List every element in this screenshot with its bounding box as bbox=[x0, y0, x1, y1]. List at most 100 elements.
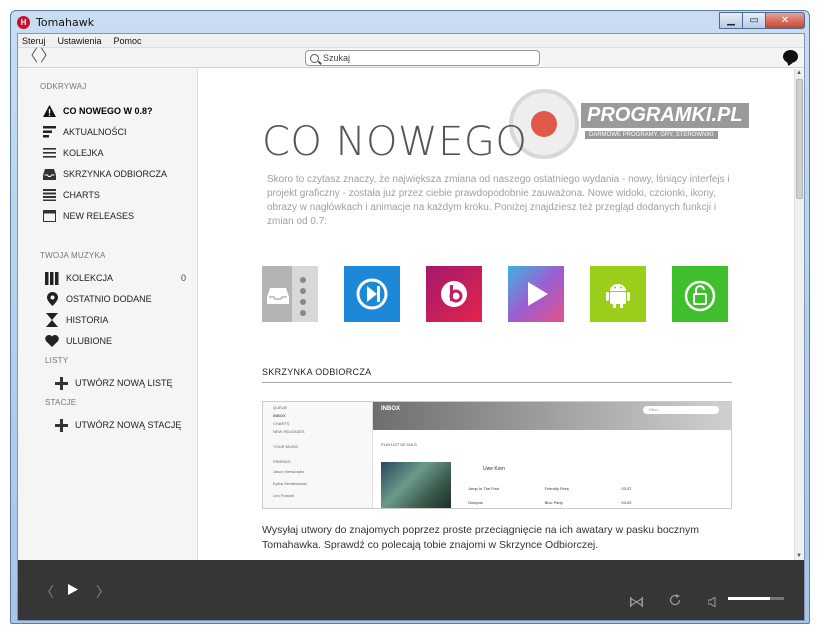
intro-text: Skoro to czytasz znaczy, że największa z… bbox=[267, 174, 730, 227]
play-icon[interactable] bbox=[68, 582, 78, 598]
feature-tile-beats[interactable] bbox=[426, 266, 482, 322]
create-playlist-button[interactable]: UTWÓRZ NOWĄ LISTĘ bbox=[54, 376, 204, 390]
sidebar-item-queue[interactable]: KOLEJKA bbox=[42, 146, 192, 160]
repeat-icon[interactable] bbox=[669, 593, 681, 609]
window-title: Tomahawk bbox=[36, 15, 95, 29]
sidebar-item-recently-added[interactable]: OSTATNIO DODANE bbox=[45, 292, 195, 306]
content-scrollbar[interactable]: ▲ ▼ bbox=[794, 69, 804, 560]
feature-tile-play-store[interactable] bbox=[508, 266, 564, 322]
sidebar-item-charts[interactable]: CHARTS bbox=[42, 188, 192, 202]
watermark-brand: PROGRAMKI.PL bbox=[581, 103, 749, 128]
volume-icon[interactable] bbox=[707, 594, 719, 610]
back-arrow-icon[interactable]: 〈 bbox=[22, 49, 38, 65]
sidebar-item-label: AKTUALNOŚCI bbox=[63, 127, 127, 137]
collection-count: 0 bbox=[180, 273, 186, 283]
preview-album-art bbox=[381, 462, 451, 508]
scroll-thumb[interactable] bbox=[796, 79, 803, 199]
title-bar[interactable]: H Tomahawk ▁ ▭ ✕ bbox=[11, 11, 809, 33]
preview-friend: Jason Herskowitz bbox=[273, 469, 305, 474]
feature-tile-android[interactable] bbox=[590, 266, 646, 322]
programki-watermark: PROGRAMKI.PL DARMOWE PROGRAMY, GRY, STER… bbox=[509, 89, 749, 159]
feature-tile-unlock[interactable] bbox=[672, 266, 728, 322]
menu-pomoc[interactable]: Pomoc bbox=[114, 36, 142, 46]
menu-steruj[interactable]: Steruj bbox=[22, 36, 46, 46]
player-bar: 〈 〉 bbox=[18, 560, 804, 620]
sidebar-section-lists: LISTY bbox=[45, 356, 69, 365]
create-station-label: UTWÓRZ NOWĄ STACJĘ bbox=[75, 420, 182, 430]
menu-bar: Steruj Ustawienia Pomoc bbox=[18, 34, 804, 48]
feature-tile-skip[interactable] bbox=[344, 266, 400, 322]
whats-new-page: PROGRAMKI.PL DARMOWE PROGRAMY, GRY, STER… bbox=[199, 69, 796, 560]
preview-filter: Filter... bbox=[643, 406, 719, 414]
chat-bubble-icon[interactable] bbox=[783, 50, 798, 63]
sidebar-item-label: KOLEKCJA bbox=[66, 273, 114, 283]
pin-icon bbox=[45, 292, 59, 306]
sidebar-section-stations: STACJE bbox=[45, 398, 77, 407]
section-divider bbox=[262, 382, 732, 383]
forward-arrow-icon[interactable]: 〉 bbox=[40, 49, 56, 65]
preview-playlist-label: PLAYLIST DETAILS bbox=[381, 442, 417, 447]
preview-artist: Friendly Fires bbox=[544, 486, 569, 491]
preview-sidebar: QUEUE INBOX CHARTS NEW RELEASES YOUR MUS… bbox=[263, 402, 373, 508]
create-station-button[interactable]: UTWÓRZ NOWĄ STACJĘ bbox=[54, 418, 204, 432]
inbox-tile-icon bbox=[262, 266, 318, 322]
close-button[interactable]: ✕ bbox=[765, 12, 805, 29]
scroll-down-icon[interactable]: ▼ bbox=[796, 553, 802, 559]
sidebar-item-news[interactable]: AKTUALNOŚCI bbox=[42, 125, 192, 139]
preview-sidebar-item: CHARTS bbox=[273, 421, 290, 426]
unlock-tile-icon bbox=[672, 266, 728, 322]
search-input[interactable]: Szukaj bbox=[323, 53, 350, 63]
maximize-button[interactable]: ▭ bbox=[742, 12, 766, 29]
preview-artist: Bloc Party bbox=[544, 500, 563, 505]
sidebar-section-your-music: TWOJA MUZYKA bbox=[40, 251, 106, 260]
sidebar-item-label: CO NOWEGO W 0.8? bbox=[63, 106, 153, 116]
preview-sidebar-item: YOUR MUSIC bbox=[273, 444, 299, 449]
preview-sidebar-item: INBOX bbox=[273, 413, 286, 418]
preview-friend: Kyiba Serafinowski bbox=[273, 481, 307, 486]
volume-slider[interactable] bbox=[728, 597, 784, 600]
app-client: Steruj Ustawienia Pomoc 〈 〉 Szukaj ODKRY… bbox=[17, 33, 805, 621]
next-track-icon[interactable]: 〉 bbox=[96, 582, 110, 602]
sidebar-item-label: OSTATNIO DODANE bbox=[66, 294, 152, 304]
sidebar-item-collection[interactable]: KOLEKCJA 0 bbox=[45, 271, 186, 285]
inbox-description: Wysyłaj utwory do znajomych poprzez pros… bbox=[262, 524, 700, 551]
preview-sidebar-item: QUEUE bbox=[273, 405, 288, 410]
sidebar-item-label: HISTORIA bbox=[66, 315, 109, 325]
previous-track-icon[interactable]: 〈 bbox=[40, 582, 54, 602]
sidebar-item-new-releases[interactable]: NEW RELEASES bbox=[42, 209, 192, 223]
heart-icon bbox=[45, 334, 59, 348]
sidebar-item-label: SKRZYNKA ODBIORCZA bbox=[63, 169, 168, 179]
scroll-up-icon[interactable]: ▲ bbox=[796, 70, 802, 76]
sidebar-item-favorites[interactable]: ULUBIONE bbox=[45, 334, 195, 348]
page-title: CO NOWEGO bbox=[262, 119, 528, 165]
search-box[interactable]: Szukaj bbox=[305, 50, 540, 66]
plus-icon bbox=[54, 376, 68, 390]
toolbar: 〈 〉 Szukaj bbox=[18, 48, 804, 68]
plus-icon bbox=[54, 418, 68, 432]
sidebar: ODKRYWAJ CO NOWEGO W 0.8? AKTUALNOŚCI KO… bbox=[18, 69, 198, 560]
minimize-button[interactable]: ▁ bbox=[719, 12, 743, 29]
sidebar-item-label: NEW RELEASES bbox=[63, 211, 135, 221]
sidebar-item-label: ULUBIONE bbox=[66, 336, 113, 346]
beats-tile-icon bbox=[426, 266, 482, 322]
sidebar-item-inbox[interactable]: SKRZYNKA ODBIORCZA bbox=[42, 167, 192, 181]
shuffle-icon[interactable] bbox=[629, 594, 644, 610]
preview-duration: 03:20 bbox=[621, 500, 632, 505]
feed-icon bbox=[42, 125, 56, 139]
create-playlist-label: UTWÓRZ NOWĄ LISTĘ bbox=[75, 378, 173, 388]
queue-icon bbox=[42, 146, 56, 160]
preview-duration: 03:37 bbox=[621, 486, 632, 491]
preview-track-row: Octopus Bloc Party 03:20 bbox=[468, 500, 698, 505]
inbox-preview-screenshot: QUEUE INBOX CHARTS NEW RELEASES YOUR MUS… bbox=[262, 401, 732, 509]
preview-sidebar-item: NEW RELEASES bbox=[273, 429, 305, 434]
preview-title: INBOX bbox=[381, 406, 401, 412]
sidebar-item-history[interactable]: HISTORIA bbox=[45, 313, 195, 327]
feature-tile-inbox[interactable] bbox=[262, 266, 318, 322]
menu-ustawienia[interactable]: Ustawienia bbox=[58, 36, 102, 46]
sidebar-item-whats-new[interactable]: CO NOWEGO W 0.8? bbox=[42, 104, 192, 118]
charts-icon bbox=[42, 188, 56, 202]
preview-track-row: Jump In The Pool Friendly Fires 03:37 bbox=[468, 486, 698, 491]
preview-sender: Uwe Korn bbox=[483, 466, 505, 472]
preview-track: Jump In The Pool bbox=[468, 486, 500, 491]
section-heading-inbox: SKRZYNKA ODBIORCZA bbox=[262, 367, 372, 377]
